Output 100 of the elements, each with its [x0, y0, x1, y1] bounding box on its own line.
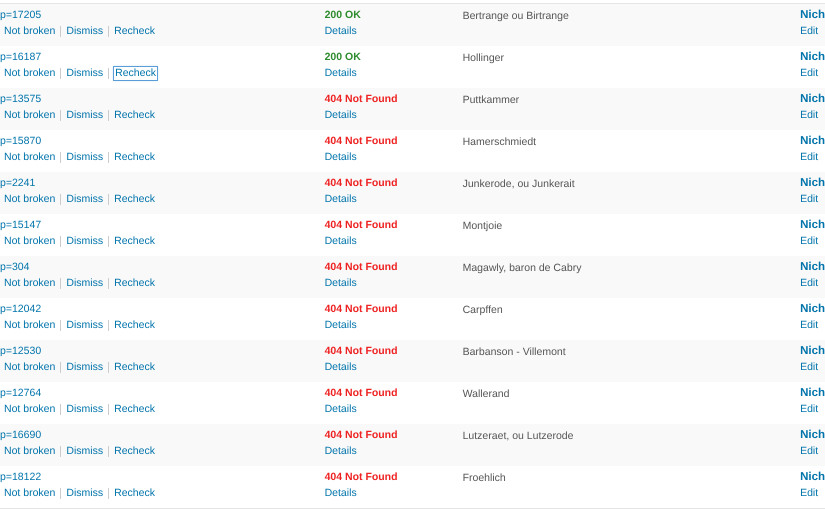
status-code: 404 Not Found: [324, 177, 398, 190]
source-link[interactable]: Nich: [800, 471, 825, 484]
source-link[interactable]: Nich: [800, 387, 825, 400]
post-url-link[interactable]: p=2241: [0, 177, 36, 190]
row-action-link[interactable]: Recheck: [114, 109, 155, 122]
edit-link[interactable]: Edit: [800, 151, 818, 164]
edit-link[interactable]: Edit: [800, 403, 818, 416]
edit-link[interactable]: Edit: [800, 319, 818, 332]
status-code: 404 Not Found: [324, 471, 398, 484]
edit-link[interactable]: Edit: [800, 361, 818, 374]
row-action-link[interactable]: Dismiss: [66, 67, 104, 80]
row-action-link[interactable]: Recheck: [114, 403, 155, 416]
details-link[interactable]: Details: [324, 151, 357, 164]
link-text: Carpffen: [462, 304, 503, 316]
details-link[interactable]: Details: [324, 487, 357, 500]
row-action-link[interactable]: Dismiss: [66, 319, 104, 332]
row-action-link[interactable]: Recheck: [114, 25, 155, 38]
details-link[interactable]: Details: [324, 109, 357, 122]
edit-link[interactable]: Edit: [800, 445, 818, 458]
details-link[interactable]: Details: [324, 361, 357, 374]
status-code: 200 OK: [324, 9, 361, 22]
row-action-link[interactable]: Recheck: [114, 319, 155, 332]
details-link[interactable]: Details: [324, 25, 357, 38]
source-link[interactable]: Nich: [800, 345, 825, 358]
post-url-link[interactable]: p=16690: [0, 429, 42, 442]
details-link[interactable]: Details: [324, 193, 357, 206]
row-action-link[interactable]: Recheck: [114, 361, 155, 374]
row-action-link[interactable]: Recheck: [114, 235, 155, 248]
row-action-link[interactable]: Recheck: [114, 445, 155, 458]
row-action-link[interactable]: Not broken: [4, 277, 56, 290]
post-url-link[interactable]: p=12764: [0, 387, 42, 400]
row-action-link[interactable]: Not broken: [4, 445, 56, 458]
status-code: 404 Not Found: [324, 345, 398, 358]
details-link[interactable]: Details: [324, 445, 357, 458]
source-link[interactable]: Nich: [800, 261, 825, 274]
row-action-link[interactable]: Not broken: [4, 403, 56, 416]
link-text: Froehlich: [462, 472, 506, 484]
details-link[interactable]: Details: [324, 67, 357, 80]
row-action-link[interactable]: Dismiss: [66, 361, 104, 374]
status-code: 404 Not Found: [324, 303, 398, 316]
row-action-link[interactable]: Dismiss: [66, 277, 104, 290]
post-url-link[interactable]: p=12042: [0, 303, 42, 316]
row-action-link[interactable]: Dismiss: [66, 193, 104, 206]
details-link[interactable]: Details: [324, 319, 357, 332]
edit-link[interactable]: Edit: [800, 235, 818, 248]
source-link[interactable]: Nich: [800, 219, 825, 232]
row-action-link[interactable]: Recheck: [114, 151, 155, 164]
link-text: Barbanson - Villemont: [462, 346, 566, 358]
link-text: Wallerand: [462, 388, 510, 400]
post-url-link[interactable]: p=304: [0, 261, 30, 274]
source-link[interactable]: Nich: [800, 51, 825, 64]
row-action-link[interactable]: Dismiss: [66, 235, 104, 248]
row-action-link[interactable]: Not broken: [4, 487, 56, 500]
row-action-link[interactable]: Recheck: [114, 277, 155, 290]
status-code: 404 Not Found: [324, 219, 398, 232]
row-action-link[interactable]: Dismiss: [66, 403, 104, 416]
source-link[interactable]: Nich: [800, 9, 825, 22]
edit-link[interactable]: Edit: [800, 109, 818, 122]
row-action-link[interactable]: Not broken: [4, 151, 56, 164]
details-link[interactable]: Details: [324, 277, 357, 290]
status-code: 404 Not Found: [324, 135, 398, 148]
post-url-link[interactable]: p=15147: [0, 219, 42, 232]
status-code: 404 Not Found: [324, 261, 398, 274]
post-url-link[interactable]: p=12530: [0, 345, 42, 358]
row-action-link[interactable]: Not broken: [4, 109, 56, 122]
post-url-link[interactable]: p=15870: [0, 135, 42, 148]
row-action-link[interactable]: Recheck: [114, 487, 155, 500]
source-link[interactable]: Nich: [800, 177, 825, 190]
post-url-link[interactable]: p=16187: [0, 51, 42, 64]
row-action-link[interactable]: Not broken: [4, 67, 56, 80]
link-text: Montjoie: [462, 220, 502, 232]
source-link[interactable]: Nich: [800, 429, 825, 442]
post-url-link[interactable]: p=18122: [0, 471, 42, 484]
source-link[interactable]: Nich: [800, 93, 825, 106]
source-link[interactable]: Nich: [800, 135, 825, 148]
row-action-link[interactable]: Not broken: [4, 361, 56, 374]
row-action-link[interactable]: Not broken: [4, 25, 56, 38]
source-link[interactable]: Nich: [800, 303, 825, 316]
details-link[interactable]: Details: [324, 403, 357, 416]
details-link[interactable]: Details: [324, 235, 357, 248]
status-code: 200 OK: [324, 51, 361, 64]
row-action-link[interactable]: Recheck: [114, 193, 155, 206]
edit-link[interactable]: Edit: [800, 25, 818, 38]
row-action-link[interactable]: Not broken: [4, 193, 56, 206]
post-url-link[interactable]: p=13575: [0, 93, 42, 106]
link-text: Hamerschmiedt: [462, 136, 536, 148]
link-text: Junkerode, ou Junkerait: [462, 178, 575, 190]
row-action-link[interactable]: Not broken: [4, 319, 56, 332]
row-action-link[interactable]: Not broken: [4, 235, 56, 248]
row-action-link[interactable]: Dismiss: [66, 487, 104, 500]
row-action-link[interactable]: Dismiss: [66, 25, 104, 38]
row-action-link[interactable]: Dismiss: [66, 445, 104, 458]
row-action-link[interactable]: Dismiss: [66, 151, 104, 164]
edit-link[interactable]: Edit: [800, 487, 818, 500]
edit-link[interactable]: Edit: [800, 277, 818, 290]
edit-link[interactable]: Edit: [800, 193, 818, 206]
row-action-link[interactable]: Dismiss: [66, 109, 104, 122]
post-url-link[interactable]: p=17205: [0, 9, 42, 22]
row-action-link[interactable]: Recheck: [114, 67, 157, 80]
edit-link[interactable]: Edit: [800, 67, 818, 80]
